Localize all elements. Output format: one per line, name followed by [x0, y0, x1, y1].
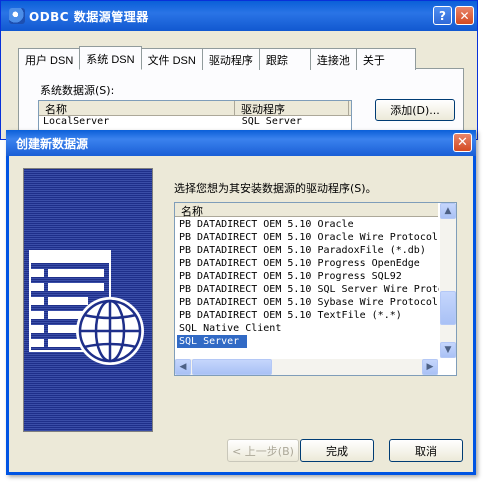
tab-file-dsn[interactable]: 文件 DSN — [140, 48, 203, 70]
column-name[interactable]: 名称 — [39, 101, 235, 116]
help-icon: ? — [439, 8, 446, 23]
help-button[interactable]: ? — [433, 6, 452, 25]
scroll-down-button[interactable]: ▼ — [440, 342, 456, 358]
horizontal-scrollbar[interactable]: ◀ ▶ — [175, 359, 438, 375]
dsn-driver-cell: SQL Server — [241, 116, 302, 127]
back-button[interactable]: < 上一步(B) — [227, 439, 299, 462]
list-item[interactable]: PB DATADIRECT OEM 5.10 Oracle — [177, 218, 439, 231]
driver-list[interactable]: 名称 PB DATADIRECT OEM 5.10 Oracle PB DATA… — [174, 202, 457, 376]
vertical-scrollbar[interactable]: ▲ ▼ — [440, 203, 456, 358]
driver-items: PB DATADIRECT OEM 5.10 Oracle PB DATADIR… — [177, 218, 439, 348]
wizard-illustration — [23, 168, 153, 432]
odbc-close-button[interactable]: ✕ — [455, 6, 474, 25]
chevron-right-icon: ▶ — [426, 362, 434, 372]
list-item[interactable]: PB DATADIRECT OEM 5.10 Progress OpenEdge — [177, 257, 439, 270]
database-globe-icon — [29, 250, 144, 365]
chevron-down-icon: ▼ — [444, 345, 452, 355]
instruction-text: 选择您想为其安装数据源的驱动程序(S)。 — [174, 182, 377, 195]
tab-drivers[interactable]: 驱动程序 — [201, 48, 260, 70]
odbc-tabs: 用户 DSN 系统 DSN 文件 DSN 驱动程序 跟踪 连接池 关于 — [18, 46, 416, 70]
chevron-up-icon: ▲ — [444, 206, 452, 216]
list-item[interactable]: PB DATADIRECT OEM 5.10 Oracle Wire Proto… — [177, 231, 439, 244]
cancel-button[interactable]: 取消 — [389, 439, 463, 462]
list-item[interactable]: SQL Native Client — [177, 322, 439, 335]
scroll-left-button[interactable]: ◀ — [175, 359, 191, 375]
list-item[interactable]: PB DATADIRECT OEM 5.10 SQL Server Wire P… — [177, 283, 439, 296]
tab-about[interactable]: 关于 — [355, 48, 416, 70]
list-item[interactable]: PB DATADIRECT OEM 5.10 Sybase Wire Proto… — [177, 296, 439, 309]
list-item[interactable]: PB DATADIRECT OEM 5.10 TextFile (*.*) — [177, 309, 439, 322]
dsn-name-cell: LocalServer — [43, 116, 110, 127]
close-icon: ✕ — [457, 135, 468, 150]
scroll-right-button[interactable]: ▶ — [422, 359, 438, 375]
odbc-admin-titlebar[interactable]: ODBC 数据源管理器 ? ✕ — [1, 1, 477, 31]
tab-system-dsn[interactable]: 系统 DSN — [79, 46, 142, 70]
dialog-close-button[interactable]: ✕ — [453, 133, 472, 152]
dsn-list-header: 名称 驱动程序 — [39, 101, 351, 116]
dialog-title: 创建新数据源 — [16, 136, 89, 151]
create-new-data-source-dialog: 创建新数据源 ✕ 选择您想为其安装数据源的驱动程序(S)。 名称 PB DATA… — [6, 130, 476, 475]
system-dsn-label: 系统数据源(S): — [40, 84, 115, 97]
tab-user-dsn[interactable]: 用户 DSN — [18, 48, 81, 70]
dialog-titlebar[interactable]: 创建新数据源 ✕ — [6, 130, 476, 156]
scroll-up-button[interactable]: ▲ — [440, 203, 456, 219]
list-item-selected[interactable]: SQL Server — [177, 335, 247, 348]
close-icon: ✕ — [459, 8, 470, 23]
tab-connection-pooling[interactable]: 连接池 — [309, 48, 357, 70]
list-item[interactable]: PB DATADIRECT OEM 5.10 ParadoxFile (*.db… — [177, 244, 439, 257]
tab-tracing[interactable]: 跟踪 — [258, 48, 311, 70]
finish-button[interactable]: 完成 — [300, 439, 374, 462]
add-button[interactable]: 添加(D)... — [375, 99, 455, 121]
chevron-left-icon: ◀ — [179, 362, 187, 372]
odbc-admin-title: ODBC 数据源管理器 — [29, 9, 149, 24]
odbc-app-icon — [9, 8, 25, 24]
column-driver[interactable]: 驱动程序 — [235, 101, 349, 116]
driver-list-header[interactable]: 名称 — [175, 203, 438, 218]
hscroll-thumb[interactable] — [192, 359, 272, 375]
list-item[interactable]: PB DATADIRECT OEM 5.10 Progress SQL92 — [177, 270, 439, 283]
table-row[interactable]: LocalServer SQL Server — [39, 116, 351, 127]
scroll-thumb[interactable] — [440, 291, 456, 325]
